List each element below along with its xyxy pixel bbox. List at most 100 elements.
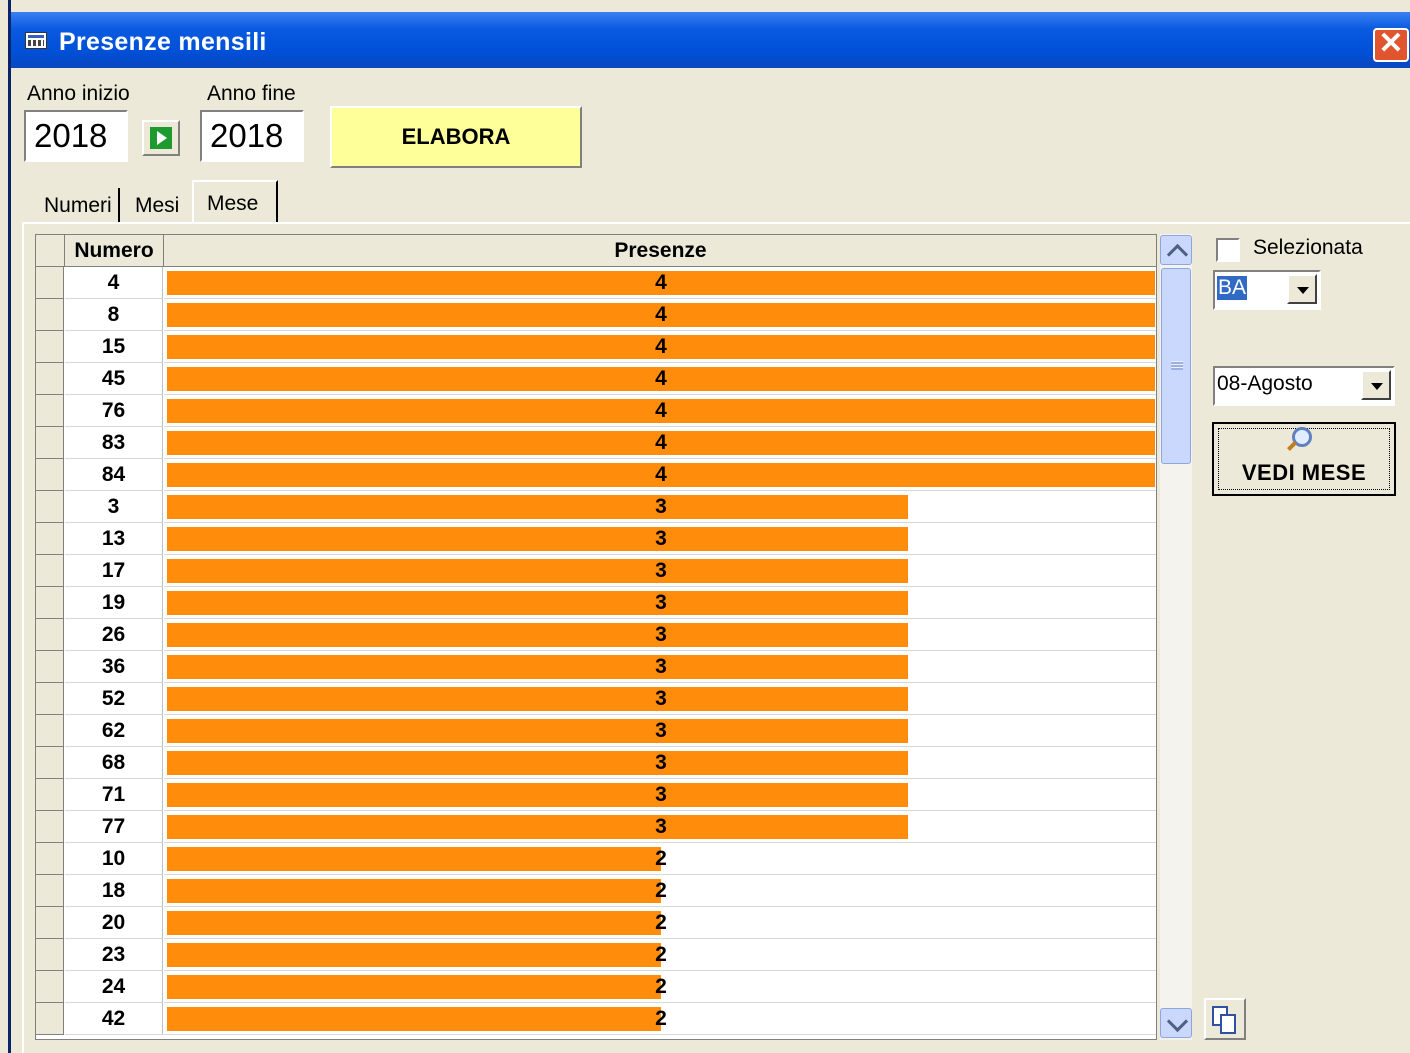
table-row[interactable]: 84 4 <box>36 459 1156 491</box>
row-indicator[interactable] <box>36 523 64 555</box>
elabora-button[interactable]: ELABORA <box>330 106 582 168</box>
table-row[interactable]: 77 3 <box>36 811 1156 843</box>
tab-mesi[interactable]: Mesi <box>135 194 179 218</box>
table-row[interactable]: 33 <box>36 491 1156 523</box>
row-indicator[interactable] <box>36 619 64 651</box>
cell-numero: 45 <box>65 363 163 395</box>
cell-numero: 10 <box>65 843 163 875</box>
table-row[interactable]: 15 4 <box>36 331 1156 363</box>
table-row[interactable]: 20 2 <box>36 907 1156 939</box>
chevron-down-icon[interactable] <box>1361 370 1391 400</box>
row-indicator[interactable] <box>36 715 64 747</box>
ruota-value: BA <box>1217 276 1248 300</box>
cell-numero: 24 <box>65 971 163 1003</box>
cell-presenze: 3 <box>164 651 1156 683</box>
grid-scrollbar[interactable] <box>1160 234 1192 1040</box>
ruota-select[interactable]: BA <box>1213 270 1321 310</box>
title-bar[interactable]: Presenze mensili ✕ <box>11 12 1410 68</box>
table-row[interactable]: 52 3 <box>36 683 1156 715</box>
cell-presenze: 2 <box>164 939 1156 971</box>
row-indicator[interactable] <box>36 491 64 523</box>
table-row[interactable]: 10 2 <box>36 843 1156 875</box>
presenze-value: 3 <box>655 655 667 678</box>
cell-presenze: 2 <box>164 843 1156 875</box>
cell-presenze: 3 <box>164 683 1156 715</box>
tab-mese[interactable]: Mese <box>207 192 258 216</box>
row-indicator[interactable] <box>36 779 64 811</box>
table-row[interactable]: 45 4 <box>36 363 1156 395</box>
row-indicator[interactable] <box>36 971 64 1003</box>
presenze-value: 2 <box>655 975 667 998</box>
row-indicator[interactable] <box>36 299 64 331</box>
scroll-thumb[interactable] <box>1161 268 1191 464</box>
row-indicator[interactable] <box>36 811 64 843</box>
row-indicator[interactable] <box>36 875 64 907</box>
cell-presenze: 3 <box>164 523 1156 555</box>
table-row[interactable]: 42 2 <box>36 1003 1156 1035</box>
anno-inizio-input[interactable]: 2018 <box>24 110 128 162</box>
header-numero[interactable]: Numero <box>65 235 164 267</box>
row-indicator[interactable] <box>36 1003 64 1035</box>
table-row[interactable]: 83 4 <box>36 427 1156 459</box>
cell-numero: 36 <box>65 651 163 683</box>
table-row[interactable]: 71 3 <box>36 779 1156 811</box>
mese-select[interactable]: 08-Agosto <box>1213 366 1395 406</box>
copy-year-button[interactable] <box>142 120 180 156</box>
cell-presenze: 4 <box>164 299 1156 331</box>
presenze-value: 3 <box>655 719 667 742</box>
presenze-grid[interactable]: Numero Presenze 4 4 8 4 15 4 45 4 76 4 83 4 84 4 3 3 13 3… <box>35 234 1157 1040</box>
table-row[interactable]: 68 3 <box>36 747 1156 779</box>
cell-numero: 77 <box>65 811 163 843</box>
table-row[interactable]: 62 3 <box>36 715 1156 747</box>
anno-fine-input[interactable]: 2018 <box>200 110 304 162</box>
cell-presenze: 4 <box>164 459 1156 491</box>
table-row[interactable]: 36 3 <box>36 651 1156 683</box>
row-indicator[interactable] <box>36 907 64 939</box>
vedi-mese-button[interactable]: VEDI MESE <box>1212 422 1396 496</box>
table-row[interactable]: 44 <box>36 267 1156 299</box>
chevron-down-icon[interactable] <box>1287 274 1317 304</box>
scroll-up-icon[interactable] <box>1160 235 1192 265</box>
presenze-value: 3 <box>655 687 667 710</box>
table-row[interactable]: 23 2 <box>36 939 1156 971</box>
magnifier-icon <box>1292 427 1312 447</box>
table-row[interactable]: 26 3 <box>36 619 1156 651</box>
cell-numero: 42 <box>65 1003 163 1035</box>
copy-button[interactable] <box>1204 998 1246 1040</box>
window-title: Presenze mensili <box>59 28 267 56</box>
row-indicator[interactable] <box>36 331 64 363</box>
header-presenze[interactable]: Presenze <box>164 235 1156 267</box>
table-row[interactable]: 13 3 <box>36 523 1156 555</box>
close-button[interactable]: ✕ <box>1373 28 1409 62</box>
table-row[interactable]: 84 <box>36 299 1156 331</box>
row-indicator[interactable] <box>36 747 64 779</box>
cell-presenze: 3 <box>164 779 1156 811</box>
cell-numero: 84 <box>65 459 163 491</box>
scroll-down-icon[interactable] <box>1160 1008 1192 1038</box>
table-row[interactable]: 18 2 <box>36 875 1156 907</box>
table-row[interactable]: 17 3 <box>36 555 1156 587</box>
row-indicator[interactable] <box>36 939 64 971</box>
presenze-value: 4 <box>655 399 667 422</box>
presenze-value: 4 <box>655 367 667 390</box>
row-indicator[interactable] <box>36 843 64 875</box>
row-indicator[interactable] <box>36 459 64 491</box>
tab-numeri[interactable]: Numeri <box>44 194 112 218</box>
row-indicator[interactable] <box>36 363 64 395</box>
row-indicator[interactable] <box>36 427 64 459</box>
presenze-value: 3 <box>655 559 667 582</box>
row-indicator[interactable] <box>36 587 64 619</box>
header-indicator <box>36 235 65 267</box>
table-row[interactable]: 24 2 <box>36 971 1156 1003</box>
cell-numero: 62 <box>65 715 163 747</box>
row-indicator[interactable] <box>36 555 64 587</box>
row-indicator[interactable] <box>36 651 64 683</box>
row-indicator[interactable] <box>36 267 64 299</box>
table-row[interactable]: 19 3 <box>36 587 1156 619</box>
cell-presenze: 3 <box>164 747 1156 779</box>
cell-presenze: 2 <box>164 971 1156 1003</box>
row-indicator[interactable] <box>36 683 64 715</box>
selezionata-checkbox[interactable] <box>1216 238 1240 262</box>
table-row[interactable]: 76 4 <box>36 395 1156 427</box>
row-indicator[interactable] <box>36 395 64 427</box>
